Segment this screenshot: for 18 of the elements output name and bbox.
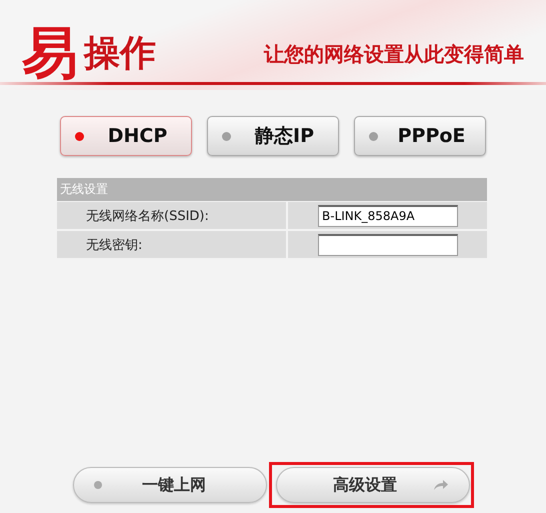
radio-dot-icon — [369, 132, 378, 140]
radio-dot-icon — [222, 132, 231, 140]
action-button[interactable]: 一键上网 — [73, 467, 267, 503]
forward-arrow-icon — [433, 479, 449, 491]
input-field[interactable]: B-LINK_858A9A — [318, 204, 458, 226]
logo-text: 操作 — [84, 36, 156, 72]
field-label: 无线密钥: — [85, 236, 142, 254]
mode-tab[interactable]: PPPoE — [354, 116, 486, 156]
mode-tab[interactable]: DHCP — [60, 116, 192, 156]
field-label: 无线网络名称(SSID): — [85, 208, 209, 224]
slogan: 让您的网络设置从此变得简单 — [264, 41, 524, 68]
input-field[interactable] — [318, 234, 458, 256]
action-button[interactable]: 高级设置 — [276, 467, 470, 503]
radio-dot-icon — [75, 132, 84, 140]
dot-icon — [94, 481, 102, 489]
mode-tab[interactable]: 静态IP — [207, 116, 339, 156]
section-header: 无线设置 — [57, 178, 487, 201]
logo-mark: 易 — [22, 26, 78, 82]
